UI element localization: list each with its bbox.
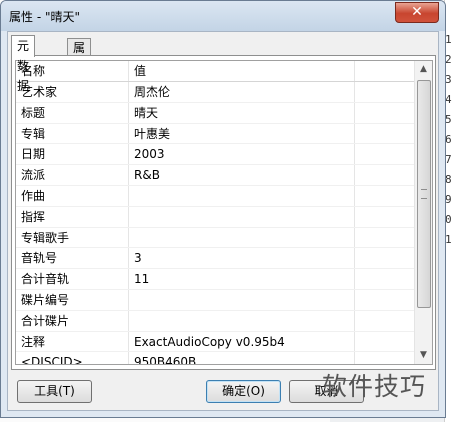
dialog-body: 元数据 属性 名称 值 艺术家周杰伦 标题晴天 专辑叶惠美 日期2003 流派R…: [7, 31, 439, 411]
properties-dialog: 属性 - "晴天" ✕ 元数据 属性 名称 值 艺术家周杰伦 标题晴天 专辑叶惠…: [0, 0, 446, 418]
row-value: 叶惠美: [129, 123, 355, 144]
row-name: 专辑: [16, 123, 129, 144]
row-value: 11: [129, 269, 355, 289]
row-name: 标题: [16, 102, 129, 123]
row-name: 作曲: [16, 185, 129, 206]
vertical-scrollbar[interactable]: ▲ ▼: [414, 61, 432, 364]
scroll-down-arrow-icon[interactable]: ▼: [415, 347, 432, 364]
row-name: 艺术家: [16, 82, 129, 102]
watermark-text: 软件技巧: [322, 372, 427, 401]
ok-button[interactable]: 确定(O): [206, 380, 281, 403]
table-row[interactable]: 流派 R&B: [16, 165, 416, 186]
background-edge-digits: 1 2 3 4 5 6 7 8 9 0 1: [445, 33, 452, 246]
column-header-value[interactable]: 值: [129, 61, 355, 81]
scrollbar-thumb[interactable]: [417, 80, 431, 308]
tab-metadata[interactable]: 元数据: [11, 35, 36, 93]
table-row[interactable]: 合计碟片: [16, 310, 416, 332]
tab-panel-metadata: 名称 值 艺术家 周杰伦 标题 晴天 专辑 叶惠美 日期 2003 流派 R&B 作曲 指…: [11, 55, 436, 370]
row-value: 晴天: [129, 102, 355, 123]
row-value: [129, 206, 355, 227]
close-icon: ✕: [411, 4, 423, 20]
row-value: [129, 227, 355, 248]
row-name: 指挥: [16, 206, 129, 227]
close-button[interactable]: ✕: [395, 2, 439, 23]
row-value: [129, 185, 355, 206]
table-row[interactable]: 专辑歌手: [16, 227, 416, 249]
row-value: [129, 310, 355, 331]
row-name: 碟片编号: [16, 289, 129, 310]
row-name: <DISCID>: [16, 352, 129, 364]
row-name: 合计音轨: [16, 269, 129, 289]
row-value: ExactAudioCopy v0.95b4: [129, 331, 355, 352]
window-title: 属性 - "晴天": [9, 10, 80, 24]
row-value: 周杰伦: [129, 82, 355, 102]
table-row[interactable]: 合计音轨 11: [16, 269, 416, 290]
table-row[interactable]: 注释 ExactAudioCopy v0.95b4: [16, 331, 416, 353]
row-value: R&B: [129, 165, 355, 185]
table-row[interactable]: 标题 晴天: [16, 102, 416, 124]
grip-icon: [421, 189, 427, 199]
table-row[interactable]: 专辑 叶惠美: [16, 123, 416, 145]
row-name: 注释: [16, 331, 129, 352]
list-header: 名称 值: [16, 61, 416, 82]
table-row[interactable]: <DISCID> 950B460B: [16, 352, 416, 364]
column-header-extra: [355, 61, 416, 81]
scroll-up-arrow-icon[interactable]: ▲: [415, 61, 432, 78]
table-row[interactable]: 音轨号 3: [16, 248, 416, 270]
row-value: 2003: [129, 144, 355, 165]
row-name: 流派: [16, 165, 129, 185]
row-name: 合计碟片: [16, 310, 129, 331]
row-name: 日期: [16, 144, 129, 165]
row-name: 音轨号: [16, 248, 129, 269]
table-row[interactable]: 碟片编号: [16, 289, 416, 311]
table-row[interactable]: 作曲: [16, 185, 416, 207]
table-row[interactable]: 日期 2003: [16, 144, 416, 166]
title-bar[interactable]: 属性 - "晴天" ✕: [1, 1, 445, 31]
row-value: [129, 289, 355, 310]
table-row[interactable]: 指挥: [16, 206, 416, 228]
tools-button[interactable]: 工具(T): [17, 380, 92, 403]
row-value: 950B460B: [129, 352, 355, 364]
metadata-list[interactable]: 名称 值 艺术家 周杰伦 标题 晴天 专辑 叶惠美 日期 2003 流派 R&B 作曲 指…: [15, 60, 433, 365]
row-value: 3: [129, 248, 355, 269]
table-row[interactable]: 艺术家 周杰伦: [16, 82, 416, 103]
column-header-name[interactable]: 名称: [16, 61, 129, 81]
row-name: 专辑歌手: [16, 227, 129, 248]
list-rows: 艺术家 周杰伦 标题 晴天 专辑 叶惠美 日期 2003 流派 R&B 作曲 指挥 专辑歌…: [16, 82, 416, 364]
